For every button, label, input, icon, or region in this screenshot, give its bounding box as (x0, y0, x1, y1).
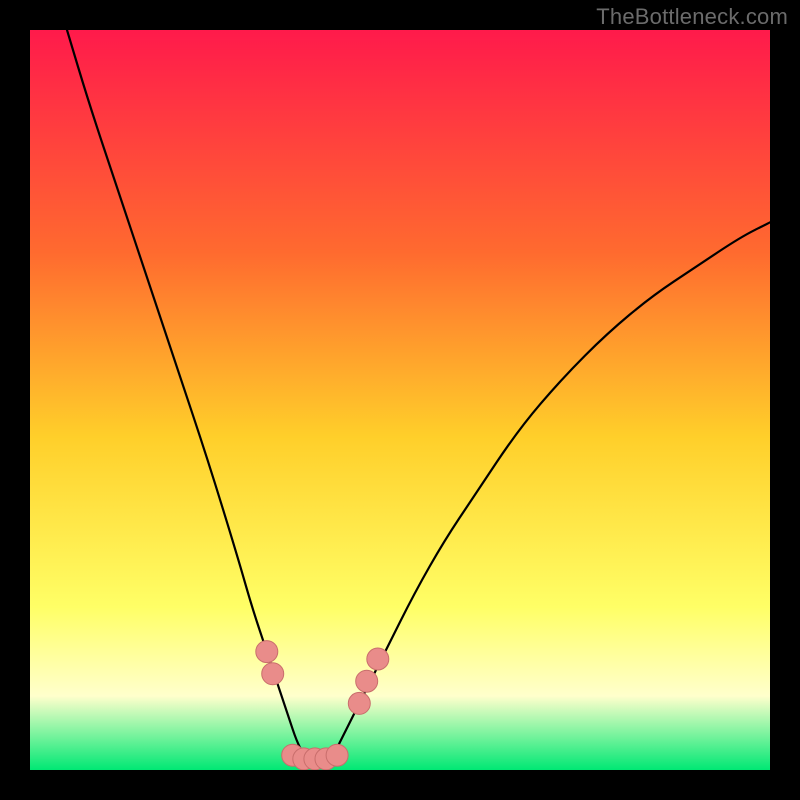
gradient-background (30, 30, 770, 770)
data-marker (348, 692, 370, 714)
plot-area (30, 30, 770, 770)
data-marker (256, 641, 278, 663)
data-marker (367, 648, 389, 670)
bottleneck-chart (30, 30, 770, 770)
data-marker (326, 744, 348, 766)
attribution-label: TheBottleneck.com (596, 4, 788, 30)
data-marker (356, 670, 378, 692)
data-marker (262, 663, 284, 685)
chart-frame: TheBottleneck.com (0, 0, 800, 800)
